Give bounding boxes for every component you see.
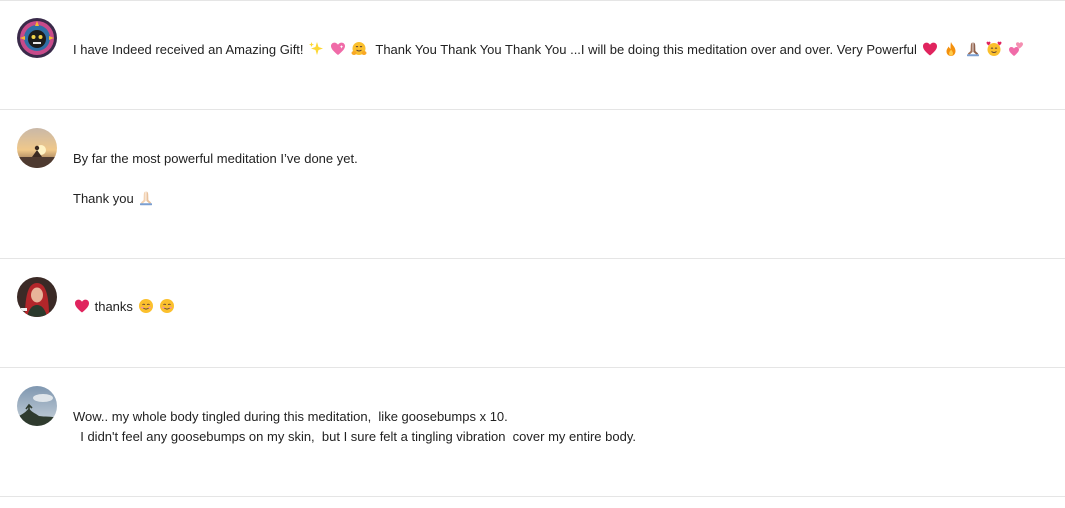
smiling-face-with-hearts-icon [986,41,1002,57]
comment-text-segment: I have Indeed received an Amazing Gift! [73,42,308,57]
sparkles-icon [308,41,324,57]
comment-text: I didn't feel any goosebumps on my skin,… [73,427,636,447]
fire-icon [943,41,959,57]
comment-text-segment: thanks [91,299,137,314]
folded-hands-icon [138,190,154,206]
comment-item: By far the most powerful meditation I’ve… [0,110,1065,258]
comment-text-segment [325,42,329,57]
hugging-face-icon [351,41,367,57]
red-heart-icon [922,41,938,57]
comment-line: Wow.. my whole body tingled during this … [73,409,508,424]
red-hair-portrait-avatar[interactable] [17,277,57,317]
comment-thread: I have Indeed received an Amazing Gift! … [0,0,1065,508]
sky-tree-avatar[interactable] [17,386,57,426]
comment-text-segment [347,42,351,57]
comment-text: By far the most powerful meditation I’ve… [73,149,358,169]
two-hearts-icon [1008,41,1024,57]
comment-line: By far the most powerful meditation I’ve… [73,151,358,166]
comment-text: Wow.. my whole body tingled during this … [73,407,508,427]
comment-item: thanks [0,259,1065,367]
comment-item: I have Indeed received an Amazing Gift! … [0,1,1065,109]
comment-divider [0,496,1065,497]
comment-line: I didn't feel any goosebumps on my skin,… [73,429,636,444]
comment-item: Wow.. my whole body tingled during this … [0,368,1065,496]
sunset-meditation-avatar[interactable] [17,128,57,168]
comment-text: thanks [73,297,176,317]
smiling-face-icon [138,298,154,314]
smiling-face-icon [159,298,175,314]
comment-text: I have Indeed received an Amazing Gift! … [73,40,1025,60]
comment-text: Thank you [73,189,155,209]
red-heart-icon [74,298,90,314]
folded-hands-icon [965,41,981,57]
mosaic-face-avatar[interactable] [17,18,57,58]
comment-text-segment: Thank You Thank You Thank You ...I will … [368,42,921,57]
comment-line: Thank you [73,191,138,206]
sparkling-heart-icon [330,41,346,57]
